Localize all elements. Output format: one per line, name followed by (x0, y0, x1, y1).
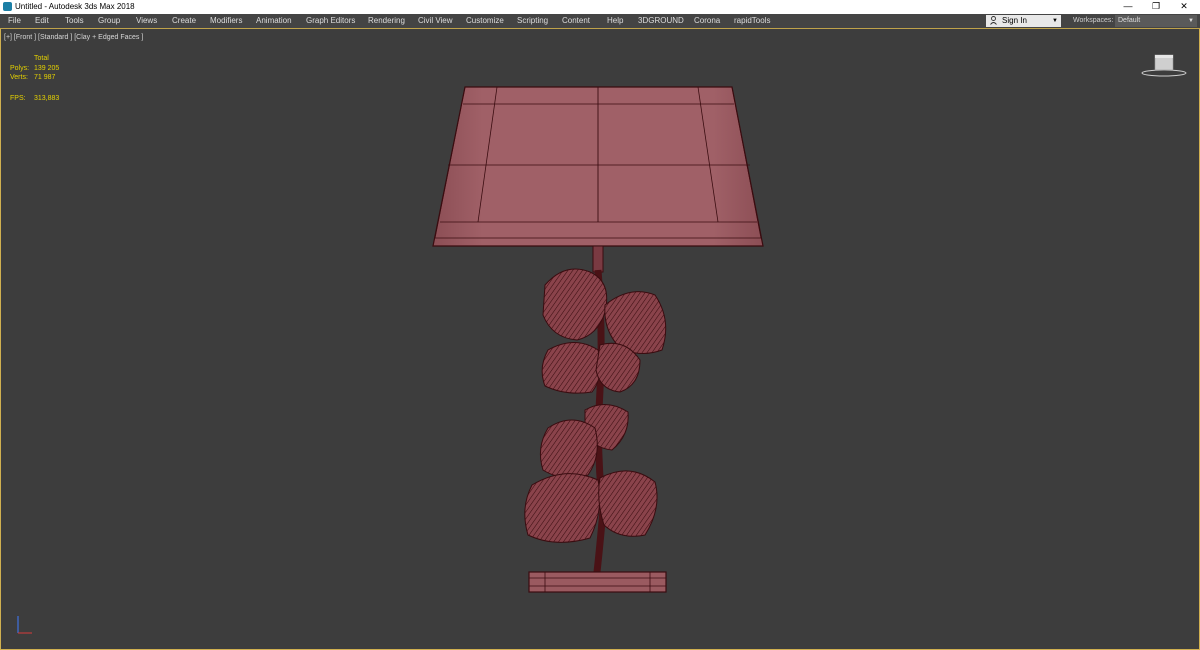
lamp-leaves (524, 268, 667, 543)
lamp-rod (592, 245, 604, 273)
lamp-base (528, 571, 667, 593)
lamp-model[interactable] (0, 0, 1200, 650)
lamp-shade[interactable] (432, 86, 764, 247)
axis-gizmo-icon (17, 616, 32, 634)
